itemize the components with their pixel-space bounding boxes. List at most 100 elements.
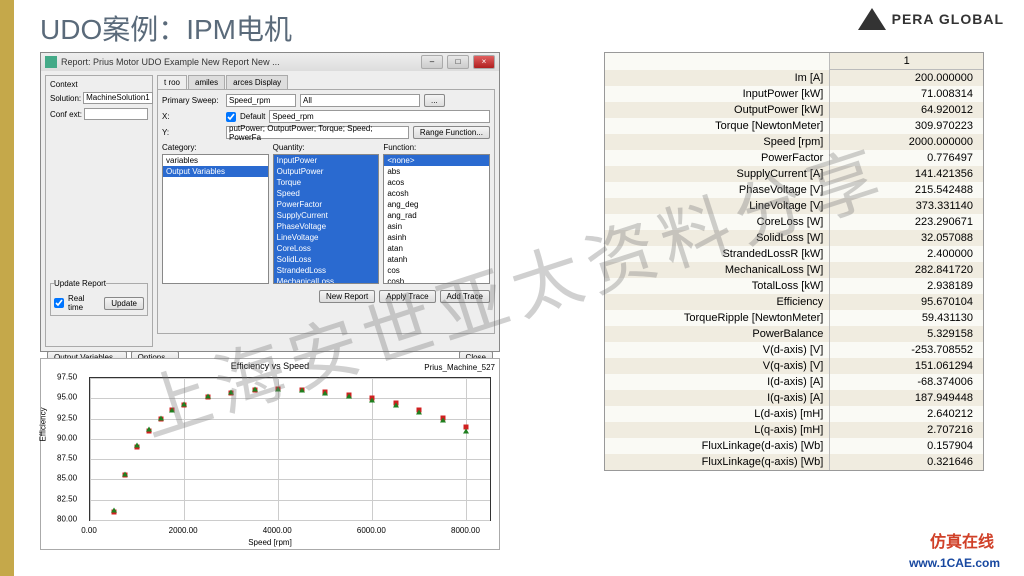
function-header: Function: (383, 143, 490, 152)
ytick: 97.50 (57, 373, 77, 382)
update-report-fieldset: Update Report Real time Update (50, 279, 148, 316)
function-item[interactable]: <none> (384, 155, 489, 166)
results-row: MechanicalLoss [W]282.841720 (605, 262, 983, 278)
update-legend: Update Report (54, 279, 106, 288)
results-header-blank (605, 53, 830, 70)
logo-triangle-icon (858, 8, 886, 30)
new-report-button[interactable]: New Report (319, 290, 375, 303)
sweep-ellipsis-button[interactable]: ... (424, 94, 445, 107)
range-function-button[interactable]: Range Function... (413, 126, 490, 139)
function-item[interactable]: acos (384, 177, 489, 188)
quantity-item[interactable]: CoreLoss (274, 243, 379, 254)
quantity-item[interactable]: MechanicalLoss (274, 276, 379, 284)
footer-brand: 仿真在线 (930, 528, 994, 552)
category-item[interactable]: variables (163, 155, 268, 166)
result-value: 0.157904 (830, 438, 983, 454)
quantity-list[interactable]: InputPowerOutputPowerTorqueSpeedPowerFac… (273, 154, 380, 284)
quantity-item[interactable]: LineVoltage (274, 232, 379, 243)
result-value: 59.431130 (830, 310, 983, 326)
x-default-checkbox[interactable] (226, 112, 236, 122)
logo-text: PERA GLOBAL (892, 11, 1004, 27)
category-list[interactable]: variablesOutput Variables (162, 154, 269, 284)
result-value: -68.374006 (830, 374, 983, 390)
x-combo[interactable]: Speed_rpm (269, 110, 490, 123)
result-value: 95.670104 (830, 294, 983, 310)
function-item[interactable]: asinh (384, 232, 489, 243)
realtime-checkbox[interactable] (54, 298, 64, 308)
result-name: Torque [NewtonMeter] (605, 118, 830, 134)
quantity-item[interactable]: Speed (274, 188, 379, 199)
result-value: 141.421356 (830, 166, 983, 182)
function-item[interactable]: abs (384, 166, 489, 177)
results-row: PowerBalance5.329158 (605, 326, 983, 342)
trace-panel: t roo amiles arces Display Primary Sweep… (157, 75, 495, 347)
update-button[interactable]: Update (104, 297, 144, 310)
quantity-item[interactable]: PhaseVoltage (274, 221, 379, 232)
results-row: FluxLinkage(d-axis) [Wb]0.157904 (605, 438, 983, 454)
primary-sweep-combo[interactable]: Speed_rpm (226, 94, 296, 107)
function-item[interactable]: atanh (384, 254, 489, 265)
result-name: SolidLoss [W] (605, 230, 830, 246)
quantity-item[interactable]: Torque (274, 177, 379, 188)
chart-plot-area (89, 377, 491, 521)
function-item[interactable]: ang_deg (384, 199, 489, 210)
solution-combo[interactable]: MachineSolution1 (83, 92, 153, 104)
quantity-item[interactable]: OutputPower (274, 166, 379, 177)
context2-combo[interactable] (84, 108, 148, 120)
function-item[interactable]: asin (384, 221, 489, 232)
quantity-item[interactable]: SupplyCurrent (274, 210, 379, 221)
results-row: LineVoltage [V]373.331140 (605, 198, 983, 214)
x-default-label: Default (240, 112, 265, 121)
chart-data-point (299, 388, 305, 393)
quantity-item[interactable]: InputPower (274, 155, 379, 166)
function-item[interactable]: ang_rad (384, 210, 489, 221)
chart-data-point (440, 418, 446, 423)
results-row: Efficiency95.670104 (605, 294, 983, 310)
maximize-button[interactable]: □ (447, 55, 469, 69)
chart-data-point (146, 427, 152, 432)
dialog-titlebar[interactable]: Report: Prius Motor UDO Example New Repo… (41, 53, 499, 71)
results-header-col1: 1 (830, 53, 983, 70)
results-row: V(q-axis) [V]151.061294 (605, 358, 983, 374)
category-item[interactable]: Output Variables (163, 166, 268, 177)
report-dialog: Report: Prius Motor UDO Example New Repo… (40, 52, 500, 352)
function-item[interactable]: acosh (384, 188, 489, 199)
result-value: 32.057088 (830, 230, 983, 246)
minimize-button[interactable]: – (421, 55, 443, 69)
function-item[interactable]: cos (384, 265, 489, 276)
sweep-all-combo[interactable]: All (300, 94, 420, 107)
context-panel: Context Solution: MachineSolution1 Conf … (45, 75, 153, 347)
result-name: TotalLoss [kW] (605, 278, 830, 294)
chart-ylabel: Efficiency (39, 407, 48, 441)
dialog-app-icon (45, 56, 57, 68)
quantity-item[interactable]: SolidLoss (274, 254, 379, 265)
chart-data-point (111, 508, 117, 513)
result-value: 373.331140 (830, 198, 983, 214)
chart-data-point (122, 471, 128, 476)
result-value: 223.290671 (830, 214, 983, 230)
quantity-item[interactable]: PowerFactor (274, 199, 379, 210)
add-trace-button[interactable]: Add Trace (440, 290, 490, 303)
chart-data-point (181, 401, 187, 406)
function-list[interactable]: <none>absacosacoshang_degang_radasinasin… (383, 154, 490, 284)
y-combo[interactable]: putPower; OutputPower; Torque; Speed; Po… (226, 126, 409, 139)
apply-trace-button[interactable]: Apply Trace (379, 290, 435, 303)
tab-families-display[interactable]: arces Display (226, 75, 288, 89)
context-header: Context (50, 80, 148, 89)
quantity-header: Quantity: (273, 143, 380, 152)
results-row: I(q-axis) [A]187.949448 (605, 390, 983, 406)
efficiency-chart: Efficiency vs Speed Prius_Machine_527 Ef… (40, 358, 500, 550)
function-item[interactable]: cosh (384, 276, 489, 284)
xtick: 8000.00 (451, 526, 480, 535)
quantity-item[interactable]: StrandedLoss (274, 265, 379, 276)
result-value: -253.708552 (830, 342, 983, 358)
tab-trace[interactable]: t roo (157, 75, 187, 89)
ytick: 85.00 (57, 474, 77, 483)
result-name: L(d-axis) [mH] (605, 406, 830, 422)
tab-families[interactable]: amiles (188, 75, 225, 89)
slide-title: UDO案例：IPM电机 (40, 8, 292, 48)
result-value: 2.400000 (830, 246, 983, 262)
results-row: SupplyCurrent [A]141.421356 (605, 166, 983, 182)
close-button[interactable]: × (473, 55, 495, 69)
function-item[interactable]: atan (384, 243, 489, 254)
